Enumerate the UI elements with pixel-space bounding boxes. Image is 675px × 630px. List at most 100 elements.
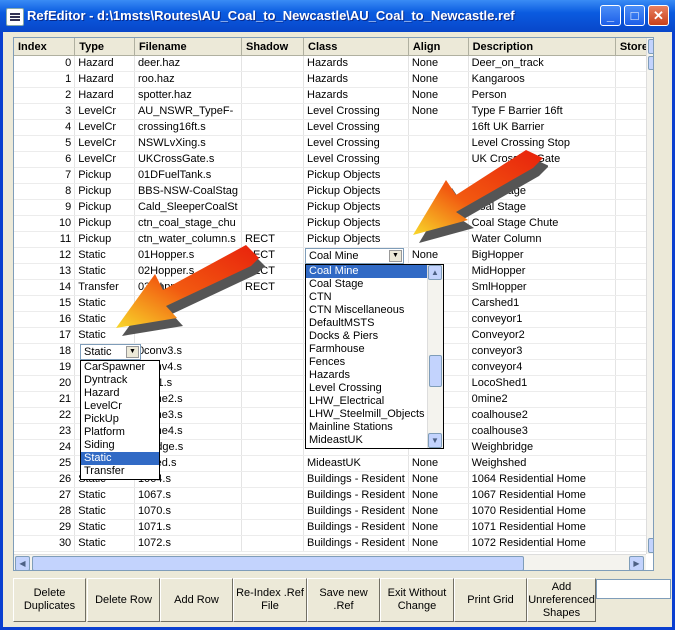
cell-index[interactable]: 15 — [14, 295, 76, 312]
cell-class[interactable]: Pickup Objects — [303, 183, 409, 200]
dropdown-option[interactable]: CTN Miscellaneous — [306, 304, 443, 317]
cell-align[interactable]: None — [408, 87, 469, 104]
table-row[interactable]: 3 LevelCr AU_NSWR_TypeF- Level Crossing None… — [14, 103, 653, 120]
cell-type[interactable]: LevelCr — [74, 103, 135, 120]
cell-class[interactable]: Pickup Objects — [303, 167, 409, 184]
chevron-down-icon[interactable]: ▼ — [126, 346, 139, 358]
dropdown-option[interactable]: Static — [81, 452, 159, 465]
dropdown-option[interactable]: Mainline Stations — [306, 421, 443, 434]
cell-description[interactable]: Weighbridge — [468, 439, 616, 456]
cell-shadow[interactable] — [241, 215, 304, 232]
cell-class[interactable]: Pickup Objects — [303, 215, 409, 232]
cell-shadow[interactable] — [241, 103, 304, 120]
table-row[interactable]: 4 LevelCr crossing16ft.s Level Crossing 16ft… — [14, 119, 653, 136]
cell-shadow[interactable] — [241, 55, 304, 72]
cell-filename[interactable]: 1071.s — [134, 519, 243, 536]
cell-description[interactable]: 1072 Residential Home — [468, 535, 616, 552]
type-dropdown-list[interactable]: CarSpawner Dyntrack Hazard LevelCr PickUp Pla… — [80, 360, 160, 480]
add-unreferenced-shapes-button[interactable]: Add Unreferenced Shapes — [527, 578, 596, 622]
dropdown-option[interactable]: Level Crossing — [306, 382, 443, 395]
table-row[interactable]: 6 LevelCr UKCrossGate.s Level Crossing UK Cr… — [14, 151, 653, 168]
cell-description[interactable]: 0mine2 — [468, 391, 616, 408]
cell-shadow[interactable] — [241, 343, 304, 360]
cell-align[interactable]: None — [408, 503, 469, 520]
column-header[interactable]: Index — [14, 38, 76, 56]
status-textbox[interactable] — [596, 579, 671, 599]
cell-align[interactable]: None — [408, 55, 469, 72]
cell-type[interactable]: Pickup — [74, 215, 135, 232]
cell-filename[interactable]: deer.haz — [134, 55, 243, 72]
cell-type[interactable]: Pickup — [74, 183, 135, 200]
dropdown-option[interactable]: Hazards — [306, 369, 443, 382]
cell-description[interactable]: Weighshed — [468, 455, 616, 472]
cell-class[interactable]: Hazards — [303, 87, 409, 104]
column-header[interactable]: Description — [468, 38, 616, 56]
cell-type[interactable]: Static — [74, 487, 135, 504]
cell-index[interactable]: 10 — [14, 215, 76, 232]
column-header[interactable]: Class — [303, 38, 409, 56]
dropdown-option[interactable]: Docks & Piers — [306, 330, 443, 343]
dropdown-option[interactable]: Coal Mine — [306, 265, 443, 278]
cell-index[interactable]: 25 — [14, 455, 76, 472]
cell-description[interactable]: 1070 Residential Home — [468, 503, 616, 520]
cell-shadow[interactable] — [241, 423, 304, 440]
cell-class[interactable]: Buildings - Resident — [303, 535, 409, 552]
cell-class[interactable]: Buildings - Resident — [303, 471, 409, 488]
cell-filename[interactable]: 1072.s — [134, 535, 243, 552]
cell-type[interactable]: Hazard — [74, 87, 135, 104]
dropdown-option[interactable]: Hazard — [81, 387, 159, 400]
cell-class[interactable]: Level Crossing — [303, 151, 409, 168]
cell-type[interactable]: Static — [74, 519, 135, 536]
vertical-scrollbar[interactable]: ▲ ▼ — [646, 38, 653, 554]
cell-filename[interactable]: Cald_SleeperCoalSt — [134, 199, 243, 216]
table-row[interactable]: 29 Static 1071.s Buildings - Resident None 10… — [14, 519, 653, 536]
dropdown-option[interactable]: Siding — [81, 439, 159, 452]
cell-description[interactable]: Deer_on_track — [468, 55, 616, 72]
type-combo[interactable]: Static ▼ — [80, 344, 141, 360]
cell-description[interactable]: SmlHopper — [468, 279, 616, 296]
scroll-left-icon[interactable]: ◀ — [15, 556, 30, 570]
cell-description[interactable]: 1071 Residential Home — [468, 519, 616, 536]
horizontal-scrollbar[interactable]: ◀ ▶ — [14, 554, 646, 570]
cell-type[interactable]: Hazard — [74, 55, 135, 72]
cell-index[interactable]: 27 — [14, 487, 76, 504]
cell-shadow[interactable] — [241, 407, 304, 424]
cell-type[interactable]: LevelCr — [74, 119, 135, 136]
cell-align[interactable]: None — [408, 471, 469, 488]
dropdown-option[interactable]: LevelCr — [81, 400, 159, 413]
scroll-up-icon[interactable]: ▲ — [648, 39, 653, 54]
column-header[interactable]: Type — [74, 38, 135, 56]
vertical-scroll-thumb[interactable] — [648, 56, 653, 70]
table-row[interactable]: 7 Pickup 01DFuelTank.s Pickup Objects — [14, 167, 653, 184]
cell-index[interactable]: 14 — [14, 279, 76, 296]
cell-filename[interactable]: NSWLvXing.s — [134, 135, 243, 152]
cell-description[interactable]: coalhouse2 — [468, 407, 616, 424]
cell-shadow[interactable] — [241, 135, 304, 152]
class-dropdown-scrollbar[interactable]: ▲ ▼ — [427, 265, 443, 448]
cell-class[interactable]: Pickup Objects — [303, 231, 409, 248]
cell-align[interactable]: None — [408, 519, 469, 536]
cell-shadow[interactable] — [241, 119, 304, 136]
ref-grid[interactable]: Index Type Filename Shadow Class Align Descrip… — [13, 37, 654, 571]
cell-index[interactable]: 8 — [14, 183, 76, 200]
cell-shadow[interactable] — [241, 87, 304, 104]
cell-index[interactable]: 21 — [14, 391, 76, 408]
exit-without-change-button[interactable]: Exit Without Change — [380, 578, 454, 622]
scroll-down-icon[interactable]: ▼ — [648, 538, 653, 553]
cell-class[interactable]: Pickup Objects — [303, 199, 409, 216]
cell-shadow[interactable] — [241, 471, 304, 488]
cell-shadow[interactable] — [241, 503, 304, 520]
cell-type[interactable]: Pickup — [74, 167, 135, 184]
cell-filename[interactable]: 1067.s — [134, 487, 243, 504]
cell-index[interactable]: 3 — [14, 103, 76, 120]
cell-index[interactable]: 24 — [14, 439, 76, 456]
cell-class[interactable]: Level Crossing — [303, 119, 409, 136]
cell-description[interactable]: Person — [468, 87, 616, 104]
dropdown-option[interactable]: CTN — [306, 291, 443, 304]
cell-filename[interactable]: roo.haz — [134, 71, 243, 88]
cell-filename[interactable]: 0conv3.s — [134, 343, 243, 360]
cell-index[interactable]: 17 — [14, 327, 76, 344]
table-row[interactable]: 27 Static 1067.s Buildings - Resident None 10… — [14, 487, 653, 504]
cell-description[interactable]: 1067 Residential Home — [468, 487, 616, 504]
cell-shadow[interactable] — [241, 519, 304, 536]
